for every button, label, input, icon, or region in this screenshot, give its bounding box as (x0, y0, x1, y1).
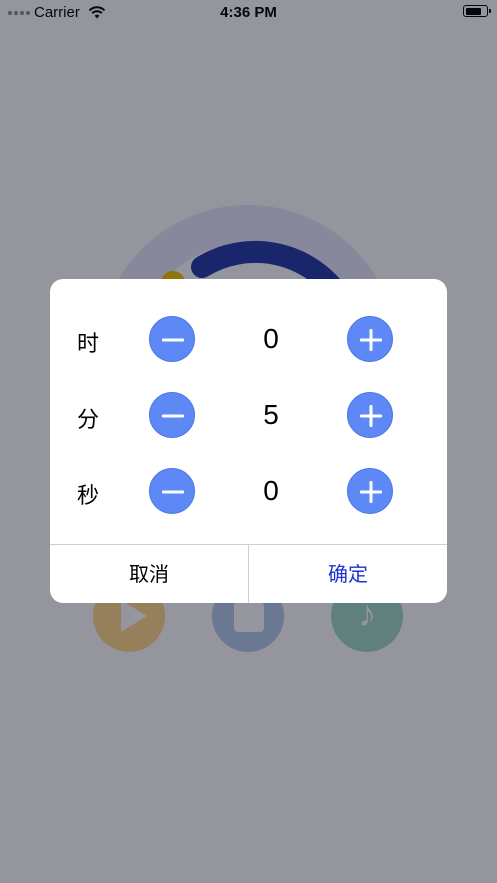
minute-decrement-button[interactable] (149, 392, 195, 438)
second-row: 秒 0 (50, 466, 447, 516)
hour-label: 时 (77, 332, 100, 357)
minute-label: 分 (77, 408, 100, 433)
plus-icon (360, 405, 382, 427)
hour-increment-button[interactable] (347, 316, 393, 362)
minute-value: 5 (263, 399, 279, 430)
cancel-button[interactable]: 取消 (50, 545, 248, 603)
second-value: 0 (263, 475, 279, 506)
confirm-button[interactable]: 确定 (249, 545, 447, 603)
minus-icon (162, 414, 184, 418)
second-increment-button[interactable] (347, 468, 393, 514)
second-label: 秒 (77, 484, 100, 509)
hour-row: 时 0 (50, 314, 447, 364)
minute-increment-button[interactable] (347, 392, 393, 438)
minute-row: 分 5 (50, 390, 447, 440)
minus-icon (162, 338, 184, 342)
second-decrement-button[interactable] (149, 468, 195, 514)
dialog-footer: 取消 确定 (50, 544, 447, 603)
minus-icon (162, 490, 184, 494)
plus-icon (360, 481, 382, 503)
time-picker-dialog: 时 0 分 5 秒 0 取消 确定 (50, 279, 447, 603)
hour-decrement-button[interactable] (149, 316, 195, 362)
plus-icon (360, 329, 382, 351)
hour-value: 0 (263, 323, 279, 354)
